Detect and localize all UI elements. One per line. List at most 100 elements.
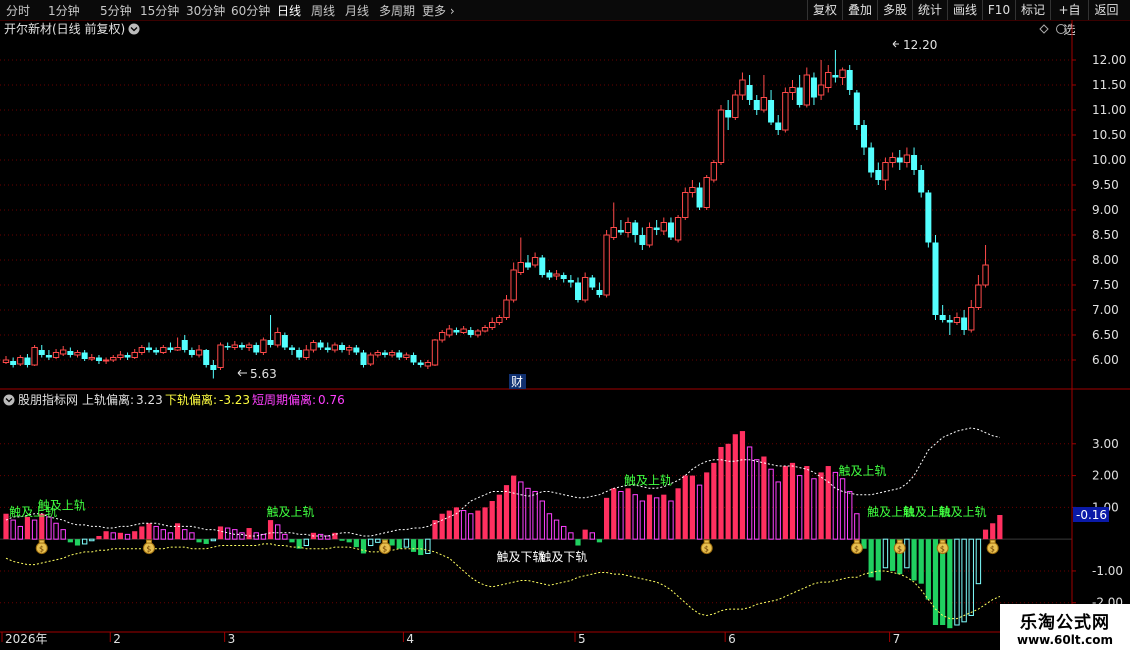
multi-stock-button[interactable]: 多股 — [877, 0, 912, 20]
indicator-bar — [439, 513, 445, 540]
candle-body — [739, 79, 746, 96]
candle — [245, 342, 253, 351]
candle — [474, 329, 482, 338]
indicator-chevron-icon[interactable] — [3, 394, 15, 406]
candle — [210, 360, 217, 379]
indicator-bar — [604, 497, 610, 540]
date-label: 4 — [406, 632, 414, 646]
candle-body — [581, 277, 589, 301]
indicator-bar — [661, 494, 667, 540]
indicator-bar — [453, 507, 460, 540]
candle — [253, 342, 260, 355]
candle — [203, 349, 210, 368]
chevron-right-icon: › — [446, 4, 455, 18]
candle-body — [195, 349, 203, 356]
candle-body — [896, 157, 903, 163]
candle-body — [481, 327, 489, 332]
indicator-bar — [246, 528, 252, 540]
period-tab-weekly[interactable]: 周线 — [311, 2, 335, 19]
candle-body — [38, 350, 45, 355]
indicator-bar — [482, 507, 488, 540]
candle — [417, 360, 424, 368]
period-tab-multi[interactable]: 多周期 — [379, 2, 415, 19]
period-tab-more[interactable]: 更多 › — [422, 2, 455, 19]
candle — [832, 50, 839, 83]
price-tick-label: 9.00 — [1092, 203, 1119, 217]
f10-button[interactable]: F10 — [982, 0, 1015, 20]
period-tab-60min[interactable]: 60分钟 — [231, 2, 270, 19]
period-tab-5min[interactable]: 5分钟 — [100, 2, 132, 19]
candle-body — [253, 345, 260, 353]
period-tab-monthly[interactable]: 月线 — [345, 2, 369, 19]
watermark-url: www.60lt.com — [1016, 633, 1114, 647]
candle — [732, 90, 739, 120]
finance-marker[interactable]: 财 — [509, 374, 526, 389]
date-label: 2 — [113, 632, 121, 646]
candle — [717, 105, 725, 165]
touch-upper-label: 触及上轨 — [38, 499, 86, 513]
indicator-bar — [711, 462, 717, 540]
watermark-title: 乐淘公式网 — [1020, 613, 1110, 633]
candle — [739, 72, 746, 100]
indicator-tick-label: -1.00 — [1092, 564, 1123, 578]
candle — [446, 325, 453, 338]
period-tab-30min[interactable]: 30分钟 — [186, 2, 225, 19]
candle — [775, 115, 782, 135]
kline-chart[interactable]: 触及上轨触及上轨 触及上轨触及上轨触及上轨触及上轨触及上轨触及上轨触及下轨触及下轨… — [0, 20, 1130, 650]
indicator-bar — [303, 538, 310, 547]
statistics-button[interactable]: 统计 — [912, 0, 947, 20]
candle — [195, 345, 203, 358]
period-tab-15min[interactable]: 15分钟 — [140, 2, 179, 19]
upper-deviation-value: 3.23 — [136, 393, 163, 407]
touch-lower-label: 触及下轨 — [539, 550, 587, 564]
indicator-bar — [832, 471, 839, 540]
short-deviation-label: 短周期偏离: — [252, 392, 316, 407]
indicator-bar — [868, 539, 874, 578]
candle-body — [539, 257, 546, 275]
indicator-bar — [418, 539, 424, 556]
money-bag-icon: $ — [143, 539, 155, 555]
candle — [74, 350, 81, 358]
candle-body — [717, 109, 725, 163]
period-tab-fenshi[interactable]: 分时 — [6, 2, 30, 19]
candle-body — [846, 70, 853, 90]
period-tab-1min[interactable]: 1分钟 — [48, 2, 80, 19]
indicator-bar — [410, 539, 417, 552]
candle — [639, 227, 646, 250]
money-bag-symbol: $ — [704, 545, 709, 554]
candle-body — [889, 157, 896, 163]
candle — [217, 342, 224, 370]
candle — [160, 345, 167, 354]
circle-icon[interactable] — [1056, 24, 1066, 34]
add-watchlist-button[interactable]: +自选 — [1050, 0, 1088, 37]
title-chevron-icon[interactable] — [128, 23, 140, 35]
fuquan-button[interactable]: 复权 — [807, 0, 842, 20]
candle-body — [982, 264, 989, 286]
indicator-bar — [117, 532, 123, 540]
overlay-button[interactable]: 叠加 — [842, 0, 877, 20]
candle-body — [410, 355, 417, 363]
candle-body — [424, 362, 432, 367]
indicator-bar — [210, 538, 217, 542]
mark-button[interactable]: 标记 — [1015, 0, 1050, 20]
candle — [632, 220, 639, 243]
candle — [181, 335, 188, 353]
candle-body — [81, 352, 88, 359]
candle — [581, 272, 589, 303]
price-tick-label: 11.50 — [1092, 78, 1126, 92]
candle-body — [632, 222, 639, 235]
indicator-bar — [804, 466, 810, 540]
candle-body — [45, 355, 52, 358]
period-tab-daily[interactable]: 日线 — [277, 2, 301, 19]
candle — [38, 345, 45, 358]
candle-body — [610, 227, 617, 238]
candle-body — [882, 162, 889, 181]
diamond-icon[interactable] — [1039, 24, 1049, 34]
max-price-label: 12.20 — [903, 38, 937, 52]
money-bag-symbol: $ — [854, 545, 859, 554]
draw-line-button[interactable]: 画线 — [947, 0, 982, 20]
candle — [968, 300, 975, 333]
back-button[interactable]: 返回 — [1088, 0, 1124, 20]
touch-upper-label: 触及上轨 — [839, 464, 887, 478]
candle — [889, 152, 896, 168]
